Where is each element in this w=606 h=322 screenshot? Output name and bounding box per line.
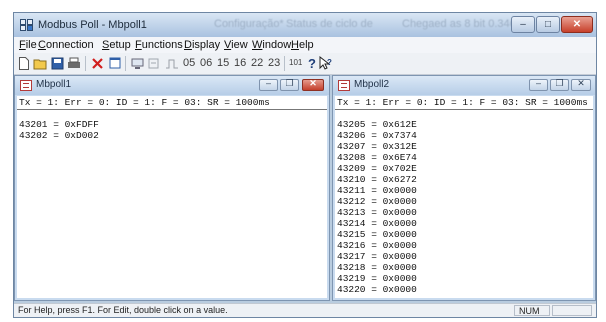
status-pane-num: NUM (514, 305, 550, 316)
context-help-icon[interactable]: ? (319, 56, 333, 71)
minimize-icon: – (265, 78, 271, 88)
poll-status-line: Tx = 1: Err = 0: ID = 1: F = 03: SR = 10… (19, 97, 270, 108)
menu-functions[interactable]: Functions (135, 39, 183, 51)
window-icon[interactable] (109, 56, 121, 71)
function-code-23[interactable]: 23 (268, 57, 280, 69)
function-code-22[interactable]: 22 (251, 57, 263, 69)
background-window-title: Status de ciclo de (286, 18, 373, 30)
background-window-title: Chegaed as 8 bit 0.346 (402, 18, 516, 30)
menu-window[interactable]: Window (252, 39, 291, 51)
restore-icon: ❐ (285, 78, 294, 88)
child-maximize-button[interactable]: ❐ (280, 78, 299, 91)
child-window-title: Mbpoll2 (354, 79, 390, 90)
new-icon[interactable] (18, 56, 30, 71)
help-icon[interactable]: ? (306, 56, 318, 71)
close-icon: ✕ (572, 19, 582, 30)
close-icon: ✕ (577, 78, 585, 88)
mbpoll-window-icon (338, 80, 350, 91)
background-window-title: Configuração* (214, 18, 284, 30)
toolbar-separator (284, 56, 285, 71)
child-close-button[interactable]: ✕ (302, 78, 324, 91)
save-icon[interactable] (51, 56, 64, 71)
child-window-mbpoll1[interactable]: Mbpoll1 – ❐ ✕ Tx = 1: Err = 0: ID = 1: F… (14, 75, 330, 301)
menu-bar: File Connection Setup Functions Display … (14, 37, 596, 53)
print-icon[interactable] (67, 56, 81, 71)
minimize-button[interactable]: – (511, 16, 535, 33)
minimize-icon: – (520, 19, 526, 30)
status-divider (17, 109, 327, 110)
child-minimize-button[interactable]: – (529, 78, 548, 91)
window-title: Modbus Poll - Mbpoll1 (38, 19, 147, 31)
close-icon: ✕ (309, 78, 317, 88)
menu-help[interactable]: Help (291, 39, 314, 51)
modbus-poll-window: Modbus Poll - Mbpoll1 Configuração* Stat… (13, 12, 597, 318)
menu-setup[interactable]: Setup (102, 39, 131, 51)
child-maximize-button[interactable]: ❐ (550, 78, 569, 91)
connect-icon[interactable] (131, 56, 144, 71)
pulse-icon[interactable] (165, 56, 179, 71)
title-bar[interactable]: Modbus Poll - Mbpoll1 Configuração* Stat… (14, 13, 596, 37)
child-title-bar[interactable]: Mbpoll1 – ❐ ✕ (15, 76, 329, 95)
child-close-button[interactable]: ✕ (571, 78, 591, 91)
function-code-16[interactable]: 16 (234, 57, 246, 69)
menu-file[interactable]: File (19, 39, 37, 51)
close-button[interactable]: ✕ (561, 16, 593, 33)
register-view[interactable]: Tx = 1: Err = 0: ID = 1: F = 03: SR = 10… (335, 96, 593, 298)
restore-icon: ❐ (555, 78, 564, 88)
status-pane-empty (552, 305, 592, 316)
minimize-icon: – (535, 78, 541, 88)
mdi-client-area: Mbpoll1 – ❐ ✕ Tx = 1: Err = 0: ID = 1: F… (14, 75, 596, 303)
child-window-mbpoll2[interactable]: Mbpoll2 – ❐ ✕ Tx = 1: Err = 0: ID = 1: F… (332, 75, 596, 301)
child-minimize-button[interactable]: – (259, 78, 278, 91)
function-code-15[interactable]: 15 (217, 57, 229, 69)
menu-view[interactable]: View (224, 39, 248, 51)
function-code-05[interactable]: 05 (183, 57, 195, 69)
child-window-title: Mbpoll1 (36, 79, 72, 90)
menu-display[interactable]: Display (184, 39, 220, 51)
register-row[interactable]: 43202 = 0xD002 (19, 130, 99, 142)
function-code-101[interactable]: 101 (289, 58, 302, 67)
toolbar: 05 06 15 16 22 23 101 ? ? (14, 53, 596, 75)
modbus-app-icon (20, 19, 33, 31)
disconnect-icon[interactable] (147, 56, 160, 71)
svg-text:?: ? (327, 58, 332, 67)
delete-icon[interactable] (91, 56, 104, 71)
poll-status-line: Tx = 1: Err = 0: ID = 1: F = 03: SR = 10… (337, 97, 588, 108)
status-divider (335, 109, 593, 110)
register-view[interactable]: Tx = 1: Err = 0: ID = 1: F = 03: SR = 10… (17, 96, 327, 298)
status-help-text: For Help, press F1. For Edit, double cli… (18, 305, 228, 315)
svg-text:?: ? (308, 56, 316, 71)
toolbar-separator (85, 56, 86, 71)
toolbar-separator (125, 56, 126, 71)
function-code-06[interactable]: 06 (200, 57, 212, 69)
open-icon[interactable] (33, 56, 48, 71)
menu-connection[interactable]: Connection (38, 39, 94, 51)
status-bar: For Help, press F1. For Edit, double cli… (14, 303, 596, 317)
mbpoll-window-icon (20, 80, 32, 91)
maximize-icon: □ (544, 19, 552, 30)
num-lock-indicator: NUM (519, 306, 540, 316)
register-row[interactable]: 43220 = 0x0000 (337, 284, 417, 296)
maximize-button[interactable]: □ (536, 16, 560, 33)
child-title-bar[interactable]: Mbpoll2 – ❐ ✕ (333, 76, 595, 95)
